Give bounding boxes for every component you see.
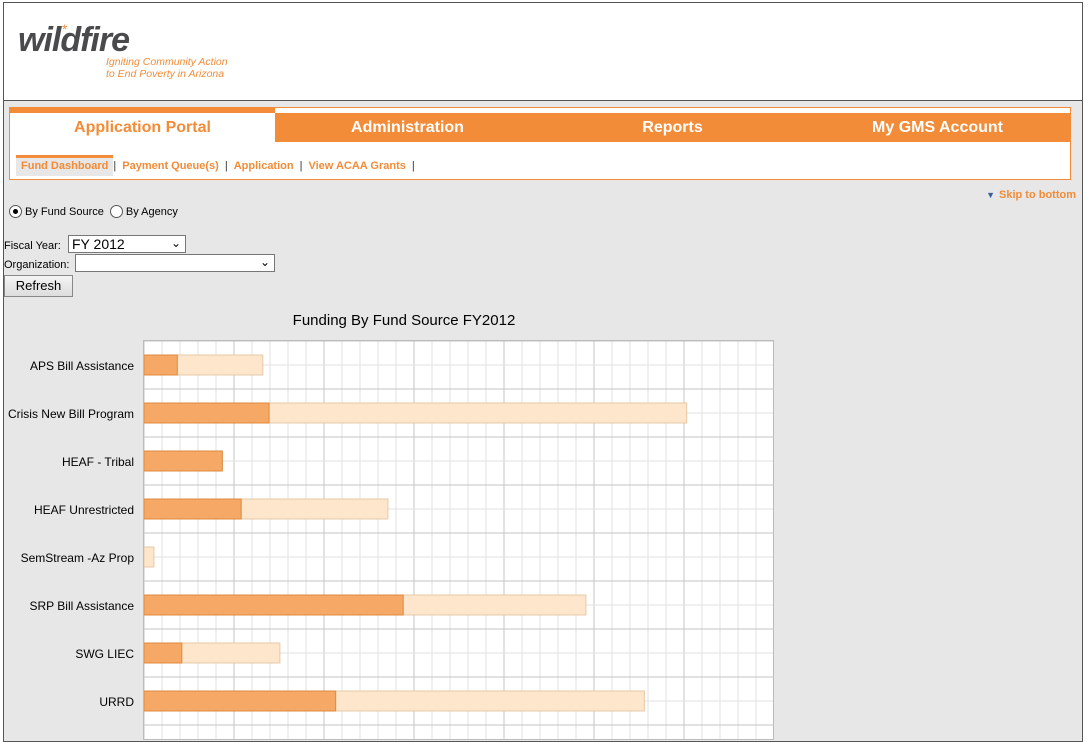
radio-label: By Fund Source xyxy=(25,205,104,218)
refresh-button[interactable]: Refresh xyxy=(4,275,73,297)
tab-reports[interactable]: Reports xyxy=(540,113,805,142)
tab-application-portal[interactable]: Application Portal xyxy=(10,108,275,142)
category-label: APS Bill Assistance xyxy=(29,359,134,373)
radio-label: By Agency xyxy=(125,205,178,218)
main-navigation: Application Portal Administration Report… xyxy=(9,107,1071,180)
category-label: SRP Bill Assistance xyxy=(29,599,135,613)
chevron-down-icon: ⌄ xyxy=(170,236,181,250)
bar-spent xyxy=(144,498,242,520)
skip-to-bottom-link[interactable]: ▼ Skip to bottom xyxy=(986,189,1076,201)
bar-spent xyxy=(144,594,404,616)
category-label: HEAF - Tribal xyxy=(61,455,134,469)
sub-navigation: Fund Dashboard | Payment Queue(s) | Applic… xyxy=(16,155,415,176)
chart-title: Funding By Fund Source FY2012 xyxy=(292,312,516,329)
bar-spent xyxy=(144,354,178,376)
bar-spent xyxy=(144,450,223,472)
bar-spent xyxy=(144,402,270,424)
tab-administration[interactable]: Administration xyxy=(275,113,540,142)
subnav-fund-dashboard[interactable]: Fund Dashboard xyxy=(16,155,114,176)
category-label: URRD xyxy=(99,695,134,709)
category-label: SemStream -Az Prop xyxy=(20,551,134,565)
fiscal-year-label: Fiscal Year: xyxy=(4,240,61,252)
triangle-down-icon: ▼ xyxy=(986,190,995,200)
radio-by-agency[interactable] xyxy=(109,205,123,218)
header: wildfire * Igniting Community Action to En… xyxy=(4,3,1082,101)
subnav-application[interactable]: Application xyxy=(228,160,300,172)
category-label: SWG LIEC xyxy=(75,647,134,661)
subnav-payment-queues[interactable]: Payment Queue(s) xyxy=(116,160,225,172)
bar-spent xyxy=(144,690,337,712)
chevron-down-icon: ⌄ xyxy=(259,255,270,269)
bar-chart xyxy=(143,340,774,740)
bar-spent xyxy=(144,642,183,664)
category-label: Crisis New Bill Program xyxy=(7,407,134,421)
tab-my-gms-account[interactable]: My GMS Account xyxy=(805,113,1070,142)
organization-select[interactable]: ⌄ xyxy=(75,254,275,272)
fiscal-year-select[interactable]: FY 2012 ⌄ xyxy=(68,235,186,253)
radio-by-fund-source[interactable] xyxy=(9,205,22,218)
subnav-view-acaa-grants[interactable]: View ACAA Grants xyxy=(302,160,411,172)
category-label: HEAF Unrestricted xyxy=(33,503,134,517)
organization-label: Organization: xyxy=(4,259,70,271)
separator: | xyxy=(411,159,415,172)
page-frame: wildfire * Igniting Community Action to En… xyxy=(3,2,1083,742)
bar-total xyxy=(144,546,155,568)
